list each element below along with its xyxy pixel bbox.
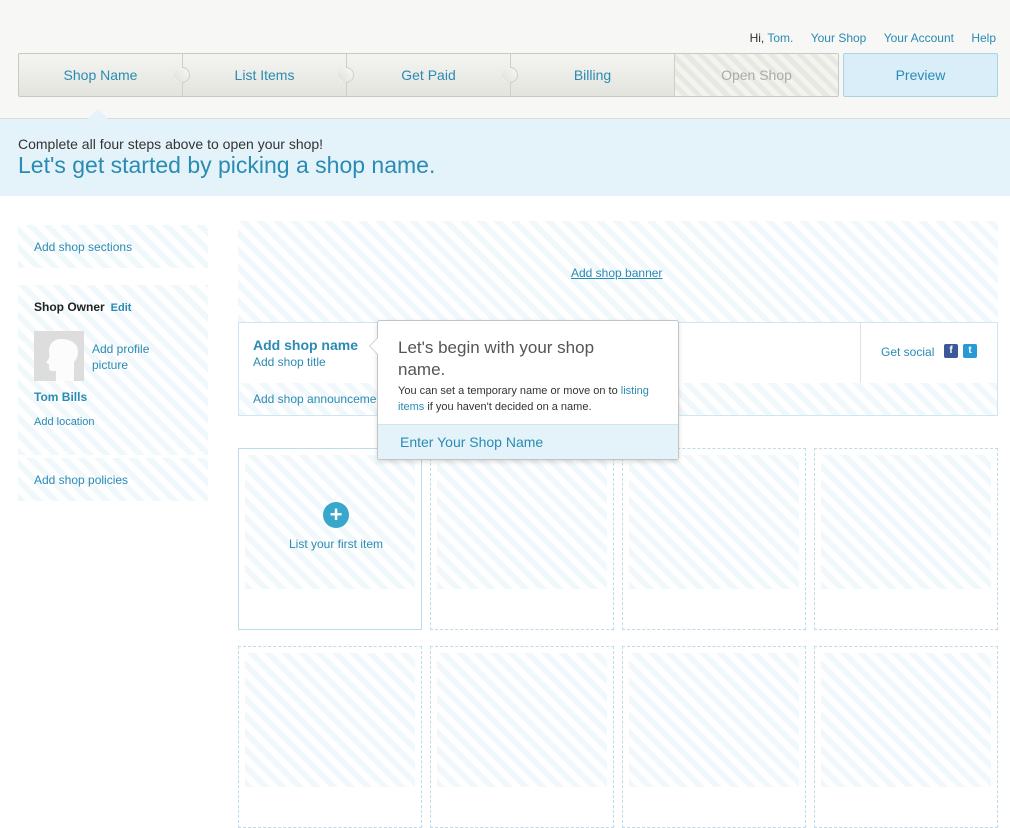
social-section: Get social f t: [860, 323, 997, 383]
item-slot: [814, 448, 998, 630]
your-shop-link[interactable]: Your Shop: [811, 31, 867, 45]
help-link[interactable]: Help: [971, 31, 996, 45]
list-first-item-tile[interactable]: + List your first item: [238, 448, 422, 630]
greeting: Hi, Tom.: [749, 31, 794, 45]
item-slot: [430, 646, 614, 828]
popover-arrow-fill-icon: [370, 338, 378, 354]
step-get-paid[interactable]: Get Paid: [347, 54, 522, 96]
add-shop-name-link[interactable]: Add shop name: [253, 337, 358, 353]
list-first-item-link[interactable]: List your first item: [245, 537, 427, 551]
intro-headline: Let's get started by picking a shop name…: [18, 152, 436, 178]
item-placeholder: [245, 653, 415, 787]
item-placeholder: [821, 455, 991, 589]
item-slot: [238, 646, 422, 828]
popover-description: You can set a temporary name or move on …: [398, 385, 649, 413]
intro-subtitle: Complete all four steps above to open yo…: [18, 136, 324, 152]
item-placeholder: [629, 455, 799, 589]
add-shop-policies-link[interactable]: Add shop policies: [34, 473, 128, 487]
item-placeholder: [629, 653, 799, 787]
item-slot: [430, 448, 614, 630]
add-shop-banner-link[interactable]: Add shop banner: [571, 266, 662, 280]
shop-banner-area: Add shop banner: [238, 221, 998, 322]
item-placeholder: [437, 653, 607, 787]
step-open-shop: Open Shop: [675, 54, 838, 96]
owner-name-link[interactable]: Tom Bills: [34, 390, 87, 404]
step-list-items[interactable]: List Items: [183, 54, 358, 96]
plus-icon[interactable]: +: [323, 502, 349, 528]
item-slot: [814, 646, 998, 828]
add-shop-title-link[interactable]: Add shop title: [253, 355, 326, 369]
active-step-pointer-icon: [88, 109, 108, 119]
twitter-icon[interactable]: t: [963, 344, 977, 358]
item-slot: [622, 448, 806, 630]
top-links: Hi, Tom. Your Shop Your Account Help: [750, 31, 996, 45]
shop-name-popover: Let's begin with your shop name. You can…: [369, 320, 679, 460]
shop-sections-box: Add shop sections: [18, 225, 208, 268]
shop-owner-heading: Shop Owner Edit: [34, 300, 132, 314]
step-billing[interactable]: Billing: [511, 54, 675, 96]
add-profile-picture-link[interactable]: Add profile picture: [92, 341, 172, 373]
top-navigation: Hi, Tom. Your Shop Your Account Help Sho…: [0, 0, 1010, 119]
setup-steps: Shop Name List Items Get Paid Billing Op…: [18, 53, 839, 97]
shop-name-input[interactable]: [398, 433, 662, 451]
item-placeholder: [821, 653, 991, 787]
edit-owner-link[interactable]: Edit: [111, 302, 132, 314]
intro-banner: Complete all four steps above to open yo…: [0, 119, 1010, 196]
shop-name-input-area: [378, 424, 678, 459]
preview-button[interactable]: Preview: [843, 53, 998, 97]
add-location-link[interactable]: Add location: [34, 416, 95, 428]
add-shop-sections-link[interactable]: Add shop sections: [34, 240, 132, 254]
user-link[interactable]: Tom.: [767, 31, 793, 45]
add-shop-announcement-link[interactable]: Add shop announcement: [253, 392, 386, 406]
shop-policies-box: Add shop policies: [18, 458, 208, 501]
step-shop-name[interactable]: Shop Name: [19, 54, 194, 96]
your-account-link[interactable]: Your Account: [884, 31, 954, 45]
facebook-icon[interactable]: f: [944, 344, 958, 358]
avatar[interactable]: [34, 331, 84, 381]
profile-silhouette-icon: [46, 339, 78, 381]
item-placeholder: + List your first item: [245, 455, 415, 589]
item-slot: [622, 646, 806, 828]
shop-owner-box: Shop Owner Edit Add profile picture Tom B…: [18, 285, 208, 455]
get-social-link[interactable]: Get social: [881, 345, 934, 359]
popover-title: Let's begin with your shop name.: [398, 338, 595, 379]
item-placeholder: [437, 455, 607, 589]
